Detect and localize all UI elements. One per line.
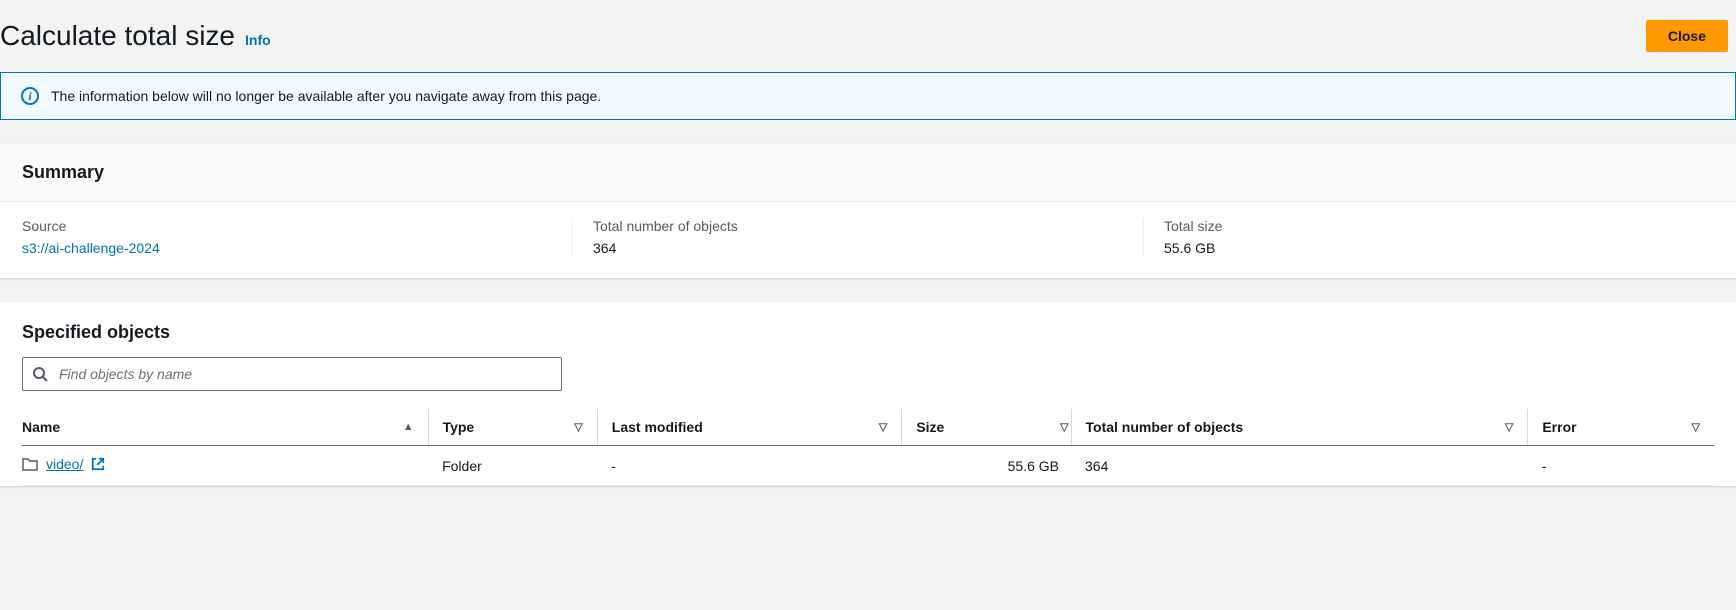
table-header-row: Name ▲ Type ▽ Last modified ▽ Size ▽ bbox=[22, 409, 1714, 446]
col-error[interactable]: Error ▽ bbox=[1528, 409, 1714, 446]
object-name-link[interactable]: video/ bbox=[46, 456, 83, 472]
summary-source: Source s3://ai-challenge-2024 bbox=[22, 218, 572, 256]
close-button[interactable]: Close bbox=[1646, 20, 1728, 52]
summary-objects-value: 364 bbox=[593, 240, 1123, 256]
specified-objects-panel: Specified objects Name ▲ Type ▽ bbox=[0, 302, 1736, 486]
info-banner-text: The information below will no longer be … bbox=[51, 88, 601, 104]
col-type[interactable]: Type ▽ bbox=[428, 409, 597, 446]
summary-objects-label: Total number of objects bbox=[593, 218, 1123, 234]
page-title-wrap: Calculate total size Info bbox=[0, 20, 271, 52]
col-size[interactable]: Size ▽ bbox=[902, 409, 1071, 446]
col-type-label: Type bbox=[443, 419, 475, 435]
cell-size: 55.6 GB bbox=[902, 446, 1071, 486]
table-row: video/ Folder - 55.6 GB 364 - bbox=[22, 446, 1714, 486]
col-last-modified[interactable]: Last modified ▽ bbox=[597, 409, 902, 446]
sort-icon: ▽ bbox=[879, 421, 887, 434]
specified-body: Specified objects Name ▲ Type ▽ bbox=[0, 302, 1736, 486]
col-total-objects-label: Total number of objects bbox=[1086, 419, 1244, 435]
info-banner: i The information below will no longer b… bbox=[0, 72, 1736, 120]
col-size-label: Size bbox=[916, 419, 944, 435]
cell-error: - bbox=[1528, 446, 1714, 486]
col-name[interactable]: Name ▲ bbox=[22, 409, 428, 446]
external-link-icon[interactable] bbox=[91, 457, 105, 471]
sort-icon: ▽ bbox=[1505, 421, 1513, 434]
summary-body: Source s3://ai-challenge-2024 Total numb… bbox=[0, 202, 1736, 278]
cell-name: video/ bbox=[22, 446, 428, 486]
objects-table: Name ▲ Type ▽ Last modified ▽ Size ▽ bbox=[22, 409, 1714, 486]
summary-size-value: 55.6 GB bbox=[1164, 240, 1694, 256]
search-wrap bbox=[22, 357, 562, 391]
info-link[interactable]: Info bbox=[245, 32, 271, 48]
summary-size: Total size 55.6 GB bbox=[1143, 218, 1714, 256]
folder-icon bbox=[22, 456, 38, 472]
sort-icon: ▽ bbox=[574, 421, 582, 434]
col-name-label: Name bbox=[22, 419, 60, 435]
specified-objects-title: Specified objects bbox=[22, 322, 1714, 343]
summary-panel: Summary Source s3://ai-challenge-2024 To… bbox=[0, 144, 1736, 278]
cell-type: Folder bbox=[428, 446, 597, 486]
summary-size-label: Total size bbox=[1164, 218, 1694, 234]
search-icon bbox=[32, 366, 48, 382]
summary-source-value[interactable]: s3://ai-challenge-2024 bbox=[22, 240, 552, 256]
summary-objects: Total number of objects 364 bbox=[572, 218, 1143, 256]
col-error-label: Error bbox=[1542, 419, 1576, 435]
cell-last-modified: - bbox=[597, 446, 902, 486]
page-title: Calculate total size bbox=[0, 20, 235, 52]
page-header: Calculate total size Info Close bbox=[0, 0, 1736, 72]
sort-icon: ▽ bbox=[1060, 421, 1068, 434]
col-total-objects[interactable]: Total number of objects ▽ bbox=[1071, 409, 1528, 446]
summary-panel-header: Summary bbox=[0, 144, 1736, 202]
summary-title: Summary bbox=[22, 162, 1714, 183]
sort-icon: ▽ bbox=[1692, 421, 1700, 434]
info-icon: i bbox=[21, 87, 39, 105]
summary-source-label: Source bbox=[22, 218, 552, 234]
search-input[interactable] bbox=[22, 357, 562, 391]
col-last-modified-label: Last modified bbox=[612, 419, 703, 435]
sort-asc-icon: ▲ bbox=[403, 421, 414, 433]
cell-total-objects: 364 bbox=[1071, 446, 1528, 486]
